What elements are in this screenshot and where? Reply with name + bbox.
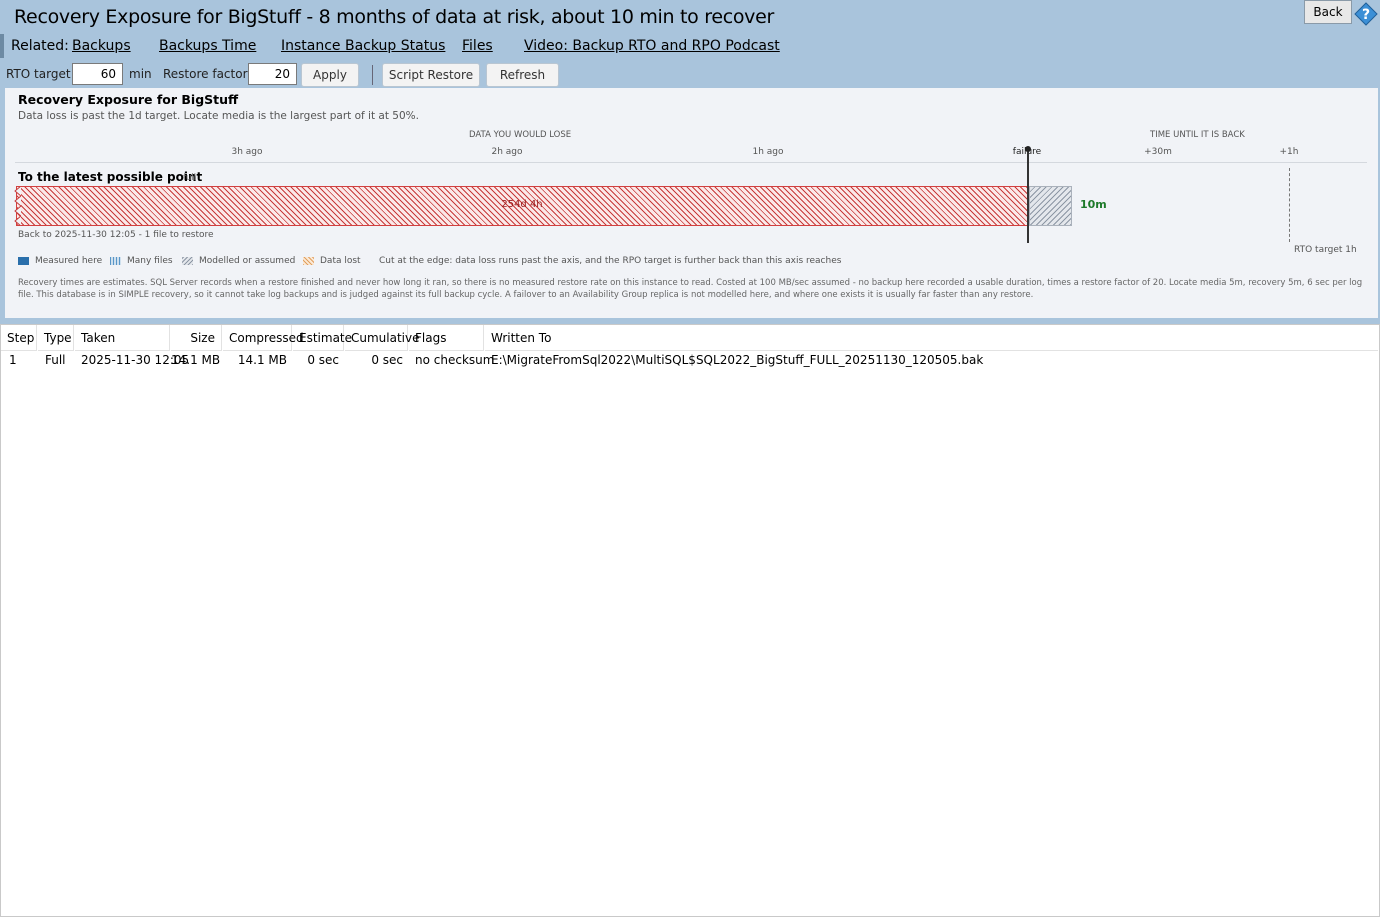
legend-cut-note: Cut at the edge: data loss runs past the… <box>379 256 842 266</box>
link-instance-backup-status[interactable]: Instance Backup Status <box>281 38 445 54</box>
legend-many-files: Many files <box>110 256 173 266</box>
header-bar: Recovery Exposure for BigStuff - 8 month… <box>0 0 1380 324</box>
page-title: Recovery Exposure for BigStuff - 8 month… <box>14 6 775 28</box>
axis-divider <box>15 162 1367 163</box>
col-header-compressed[interactable]: Compressed <box>223 325 304 351</box>
related-label: Related: <box>11 38 69 54</box>
restore-time-label: 10m <box>1080 198 1107 211</box>
time-back-header: TIME UNTIL IT IS BACK <box>1150 130 1245 140</box>
panel-subtitle: Data loss is past the 1d target. Locate … <box>18 110 419 122</box>
cell-cumulative: 0 sec <box>371 353 403 367</box>
link-video-podcast[interactable]: Video: Backup RTO and RPO Podcast <box>524 38 780 54</box>
failure-marker <box>1025 146 1031 152</box>
rto-target-label: RTO target <box>6 67 71 81</box>
restore-time-bar <box>1029 186 1072 226</box>
legend-data-lost: Data lost <box>303 256 361 266</box>
refresh-button[interactable]: Refresh <box>486 63 559 87</box>
back-button[interactable]: Back <box>1304 0 1352 24</box>
legend-swatch-modelled <box>182 257 193 265</box>
tick-plus-30m: +30m <box>1144 147 1172 157</box>
rto-target-input[interactable] <box>72 63 123 85</box>
row-tag: full <box>183 173 197 183</box>
col-header-written-to[interactable]: Written To <box>485 325 1378 351</box>
data-lose-header: DATA YOU WOULD LOSE <box>469 130 572 140</box>
cut-edge-marker <box>14 186 21 226</box>
legend-measured: Measured here <box>18 256 102 266</box>
cell-size: 14.1 MB <box>171 353 221 367</box>
restore-factor-label: Restore factor <box>163 67 248 81</box>
tick-plus-1h: +1h <box>1279 147 1299 157</box>
toolbar-divider <box>372 65 373 85</box>
rto-target-marker-label: RTO target 1h <box>1294 245 1357 255</box>
rto-target-line <box>1289 168 1290 242</box>
col-header-cumulative[interactable]: Cumulative <box>345 325 420 351</box>
help-icon[interactable]: ? <box>1354 2 1378 26</box>
legend-modelled: Modelled or assumed <box>182 256 295 266</box>
legend-swatch-data-lost <box>303 257 314 265</box>
legend-measured-label: Measured here <box>35 256 103 266</box>
legend-modelled-label: Modelled or assumed <box>199 256 296 266</box>
restore-steps-table: Step Type Taken Size Compressed Estimate… <box>0 324 1380 917</box>
link-backups-time[interactable]: Backups Time <box>159 38 256 54</box>
data-loss-label: 254d 4h <box>501 199 543 210</box>
cell-compressed: 14.1 MB <box>237 353 287 367</box>
cell-written-to: E:\MigrateFromSql2022\MultiSQL$SQL2022_B… <box>491 353 984 367</box>
tick-2h-ago: 2h ago <box>491 147 523 157</box>
col-header-size[interactable]: Size <box>171 325 222 351</box>
failure-line <box>1027 148 1029 243</box>
col-header-step[interactable]: Step <box>1 325 37 351</box>
col-header-taken[interactable]: Taken <box>75 325 170 351</box>
script-restore-button[interactable]: Script Restore <box>382 63 480 87</box>
row-title: To the latest possible point <box>18 170 203 184</box>
col-header-flags[interactable]: Flags <box>409 325 484 351</box>
legend-many-files-label: Many files <box>127 256 173 266</box>
cell-step: 1 <box>9 353 17 367</box>
estimate-note: Recovery times are estimates. SQL Server… <box>18 278 1363 300</box>
cell-type: Full <box>45 353 66 367</box>
back-to-text: Back to 2025-11-30 12:05 - 1 file to res… <box>18 230 214 240</box>
restore-factor-input[interactable] <box>248 63 297 85</box>
legend-swatch-many-files <box>110 257 121 265</box>
cell-flags: no checksum <box>415 353 495 367</box>
related-links: Related: Backups Backups Time Instance B… <box>11 38 780 54</box>
link-backups[interactable]: Backups <box>72 38 131 54</box>
panel-title: Recovery Exposure for BigStuff <box>18 92 239 107</box>
rto-unit-label: min <box>129 67 152 81</box>
data-loss-bar: 254d 4h <box>16 186 1028 226</box>
tick-1h-ago: 1h ago <box>752 147 784 157</box>
recovery-exposure-panel: Recovery Exposure for BigStuff Data loss… <box>5 88 1378 318</box>
accent-strip <box>0 34 4 58</box>
svg-text:?: ? <box>1362 7 1370 23</box>
col-header-estimate[interactable]: Estimate <box>293 325 352 351</box>
legend-swatch-measured <box>18 257 29 265</box>
link-files[interactable]: Files <box>462 38 493 54</box>
col-header-type[interactable]: Type <box>38 325 74 351</box>
cell-taken: 2025-11-30 12:05 <box>81 353 190 367</box>
apply-button[interactable]: Apply <box>301 63 359 87</box>
tick-3h-ago: 3h ago <box>231 147 263 157</box>
legend-data-lost-label: Data lost <box>320 256 361 266</box>
cell-estimate: 0 sec <box>307 353 339 367</box>
